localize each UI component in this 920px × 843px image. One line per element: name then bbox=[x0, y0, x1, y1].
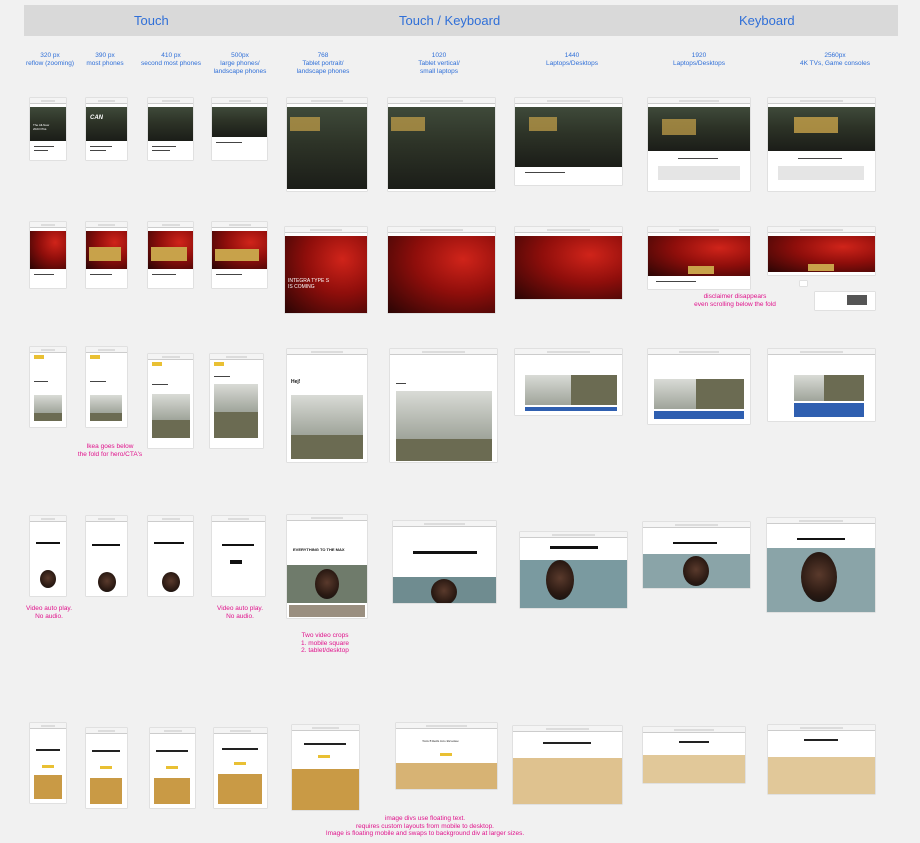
nike-video-note-2: Video auto play. No audio. bbox=[216, 605, 264, 620]
column-label-1020: 1020 Tablet vertical/ small laptops bbox=[418, 52, 460, 75]
nike-1920-screenshot bbox=[643, 522, 750, 588]
ikea-390-screenshot bbox=[86, 347, 127, 427]
column-label-1920: 1920 Laptops/Desktops bbox=[672, 52, 726, 67]
honda-768-screenshot bbox=[287, 98, 367, 191]
keyboard-heading: Keyboard bbox=[739, 13, 795, 28]
nike-390-screenshot bbox=[86, 516, 127, 596]
attentive-1440-screenshot bbox=[513, 726, 622, 804]
honda-500-screenshot bbox=[212, 98, 267, 160]
breakpoint-header-bar: Touch Touch / Keyboard Keyboard bbox=[24, 5, 898, 36]
attentive-image-note: image divs use floating text. requires c… bbox=[325, 815, 525, 837]
honda-hero-title: The All-New 2023 Pilot. bbox=[33, 123, 50, 131]
column-label-500: 500px large phones/ landscape phones bbox=[213, 52, 267, 75]
nike-410-screenshot bbox=[148, 516, 193, 596]
acura-2560-disclaimer-tab bbox=[800, 281, 807, 286]
ikea-1440-screenshot bbox=[515, 349, 622, 415]
ikea-2560-screenshot bbox=[768, 349, 875, 421]
acura-500-screenshot bbox=[212, 222, 267, 288]
column-label-2560: 2560px 4K TVs, Game consoles bbox=[800, 52, 870, 67]
nike-hero-title: EVERYTHING TO THE MAX bbox=[293, 547, 345, 552]
ikea-1020-screenshot bbox=[390, 349, 497, 462]
honda-2560-screenshot bbox=[768, 98, 875, 191]
ikea-500-screenshot bbox=[210, 354, 263, 448]
ikea-410-screenshot bbox=[148, 354, 193, 448]
honda-1440-screenshot bbox=[515, 98, 622, 185]
nike-2560-screenshot bbox=[767, 518, 875, 612]
attentive-500-screenshot bbox=[214, 728, 267, 808]
attentive-2560-screenshot bbox=[768, 725, 875, 794]
ikea-768-screenshot: Hej! bbox=[287, 349, 367, 462]
nike-video-note-1: Video auto play. No audio. bbox=[25, 605, 73, 620]
attentive-hero-title: Turn Emails into Revenue bbox=[422, 739, 459, 743]
honda-1920-screenshot bbox=[648, 98, 750, 191]
nike-500-screenshot bbox=[212, 516, 265, 596]
column-label-768: 768 Tablet portrait/ landscape phones bbox=[296, 52, 350, 75]
acura-hero-title: INTEGRA TYPE S IS COMING bbox=[288, 278, 330, 290]
acura-2560-below-fold bbox=[815, 292, 875, 310]
nike-crops-note: Two video crops 1. mobile square 2. tabl… bbox=[300, 632, 350, 654]
acura-390-screenshot bbox=[86, 222, 127, 288]
acura-1440-screenshot bbox=[515, 227, 622, 299]
acura-320-screenshot bbox=[30, 222, 66, 288]
honda-410-screenshot bbox=[148, 98, 193, 160]
acura-disclaimer-note: disclaimer disappears even scrolling bel… bbox=[694, 293, 776, 308]
attentive-390-screenshot bbox=[86, 728, 127, 808]
ikea-320-screenshot bbox=[30, 347, 66, 427]
acura-1920-screenshot bbox=[648, 227, 750, 289]
attentive-768-screenshot bbox=[292, 725, 359, 810]
honda-390-screenshot: CAN bbox=[86, 98, 127, 160]
attentive-410-screenshot bbox=[150, 728, 195, 808]
nike-320-screenshot bbox=[30, 516, 66, 596]
attentive-1920-screenshot bbox=[643, 727, 745, 783]
honda-hero-tagline: CAN bbox=[90, 115, 103, 121]
attentive-1020-screenshot: Turn Emails into Revenue bbox=[396, 723, 497, 789]
acura-768-screenshot: INTEGRA TYPE S IS COMING bbox=[285, 227, 367, 313]
acura-2560-screenshot bbox=[768, 227, 875, 275]
ikea-1920-screenshot bbox=[648, 349, 750, 424]
column-label-1440: 1440 Laptops/Desktops bbox=[545, 52, 599, 67]
honda-1020-screenshot bbox=[388, 98, 495, 191]
attentive-320-screenshot bbox=[30, 723, 66, 803]
honda-320-screenshot: The All-New 2023 Pilot. bbox=[30, 98, 66, 160]
ikea-fold-note: Ikea goes below the fold for hero/CTA's bbox=[77, 443, 143, 458]
ikea-hero-heading: Hej! bbox=[291, 379, 301, 385]
nike-768-screenshot: EVERYTHING TO THE MAX bbox=[287, 515, 367, 618]
acura-1020-screenshot bbox=[388, 227, 495, 313]
touch-keyboard-heading: Touch / Keyboard bbox=[399, 13, 501, 28]
nike-1440-screenshot bbox=[520, 532, 627, 608]
nike-1020-screenshot bbox=[393, 521, 496, 603]
touch-heading: Touch bbox=[134, 13, 169, 28]
acura-410-screenshot bbox=[148, 222, 193, 288]
